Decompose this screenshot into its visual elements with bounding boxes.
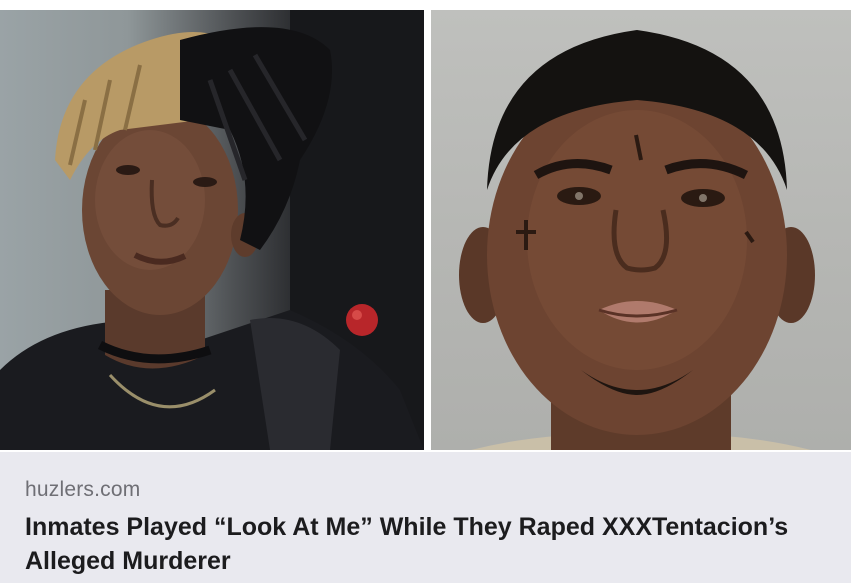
photo-divider xyxy=(424,10,431,450)
link-preview-card[interactable]: huzlers.com Inmates Played “Look At Me” … xyxy=(0,0,851,583)
right-portrait-illustration xyxy=(459,30,815,450)
left-portrait-photo xyxy=(0,10,424,450)
article-headline[interactable]: Inmates Played “Look At Me” While They R… xyxy=(25,510,835,578)
right-portrait-photo xyxy=(431,10,851,450)
link-preview-caption[interactable]: huzlers.com Inmates Played “Look At Me” … xyxy=(0,452,851,583)
preview-image-area[interactable] xyxy=(0,0,851,452)
left-portrait-illustration xyxy=(0,10,424,450)
source-domain: huzlers.com xyxy=(25,478,141,501)
